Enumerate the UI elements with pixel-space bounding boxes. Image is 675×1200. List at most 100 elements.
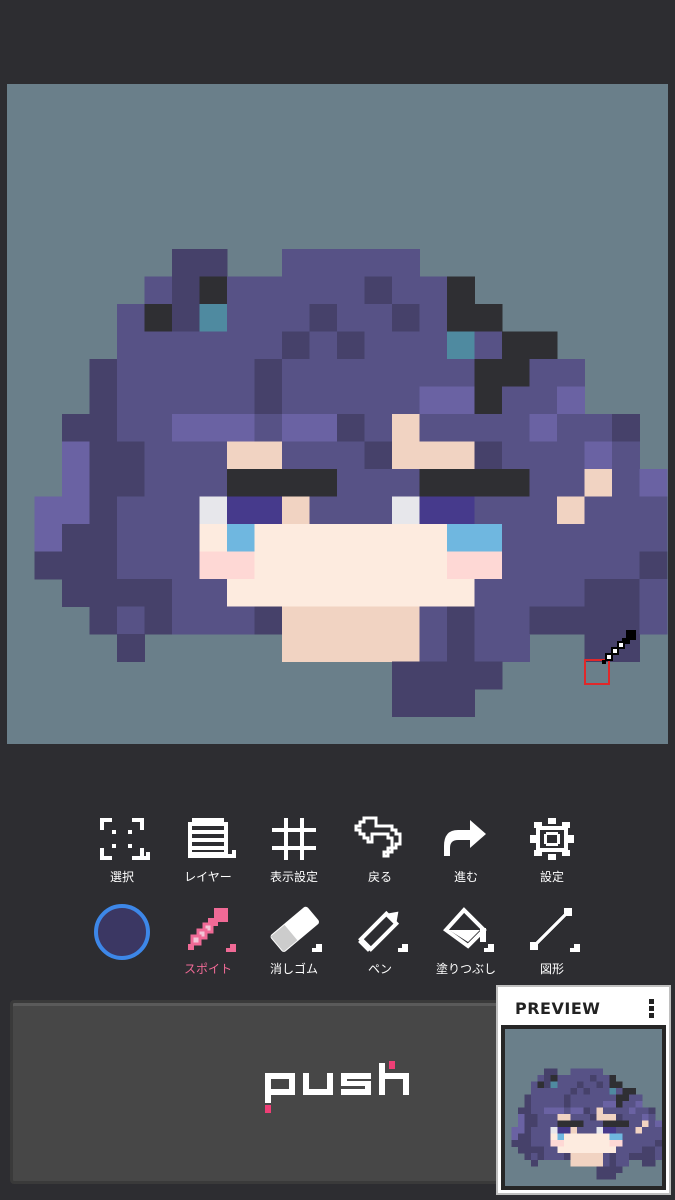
pixel — [576, 1107, 584, 1115]
pixel — [629, 1114, 636, 1121]
pixel — [502, 386, 530, 415]
pixel — [227, 414, 255, 442]
pixel — [609, 1127, 617, 1134]
pixel — [602, 1120, 610, 1128]
pixel — [602, 1133, 610, 1141]
pixel — [117, 304, 145, 332]
pixel — [227, 496, 255, 525]
pixel — [419, 524, 448, 552]
pixel — [557, 1094, 564, 1102]
tool-fill[interactable]: 塗りつぶし — [423, 906, 509, 977]
pixel — [337, 551, 365, 580]
pixel — [199, 551, 228, 580]
pixel — [309, 469, 338, 497]
pixel — [502, 579, 530, 607]
preview-panel[interactable]: PREVIEW — [496, 985, 671, 1195]
pixel — [589, 1081, 597, 1089]
pixel — [447, 441, 475, 470]
tool-select[interactable]: 選択 — [79, 816, 165, 885]
tool-display[interactable]: 表示設定 — [251, 816, 337, 885]
push-button-pad[interactable]: push — [10, 1000, 550, 1184]
pixel — [609, 1146, 617, 1154]
pixel — [570, 1107, 577, 1115]
pixel — [635, 1153, 643, 1160]
pixel — [642, 1140, 649, 1147]
tool-undo[interactable]: 戻る — [337, 816, 423, 885]
pixel — [474, 469, 503, 497]
pixel — [648, 1140, 656, 1147]
pixel — [570, 1120, 577, 1128]
pixel — [584, 551, 613, 580]
pixel — [602, 1100, 610, 1108]
pixel — [529, 359, 558, 387]
pixel — [309, 441, 338, 470]
pixel — [392, 661, 420, 690]
pixel — [511, 1133, 519, 1141]
pixel — [392, 249, 420, 277]
pixel — [89, 496, 118, 525]
tool-layer[interactable]: レイヤー — [165, 816, 251, 885]
pixel — [199, 386, 228, 415]
pixel — [609, 1087, 617, 1095]
pixel — [537, 1081, 545, 1089]
tool-settings[interactable]: 設定 — [509, 816, 595, 885]
pixel — [642, 1159, 649, 1167]
pixel — [309, 414, 338, 442]
pixel — [529, 441, 558, 470]
pixel — [529, 496, 558, 525]
pixel — [629, 1127, 636, 1134]
pixel-art-character — [34, 249, 668, 717]
pixel — [447, 331, 475, 360]
pixel — [419, 496, 448, 525]
tool-eyedropper[interactable]: スポイト — [165, 906, 251, 977]
pixel — [282, 359, 310, 387]
tool-redo[interactable]: 進む — [423, 816, 509, 885]
pixel — [537, 1100, 545, 1108]
pixel — [254, 276, 283, 305]
pixel — [557, 1140, 564, 1147]
eraser-icon — [270, 906, 322, 952]
pixel — [557, 386, 585, 415]
pixel — [544, 1081, 551, 1089]
more-vertical-icon[interactable] — [649, 999, 655, 1019]
pixel — [648, 1127, 656, 1134]
pixel — [144, 386, 173, 415]
pixel — [524, 1153, 532, 1160]
pixel — [172, 524, 200, 552]
tool-shape[interactable]: 図形 — [509, 906, 595, 977]
pixel — [602, 1094, 610, 1102]
tool-pen[interactable]: ペン — [337, 906, 423, 977]
pixel — [474, 359, 503, 387]
pixel — [612, 469, 640, 497]
pixel — [544, 1087, 551, 1095]
pixel — [635, 1114, 643, 1121]
pixel — [447, 606, 475, 635]
pixel — [544, 1127, 551, 1134]
pixel — [62, 496, 90, 525]
pixel — [576, 1068, 584, 1075]
pixel — [447, 469, 475, 497]
pixel — [583, 1127, 591, 1134]
pixel — [502, 551, 530, 580]
pixel — [576, 1146, 584, 1154]
pixel — [639, 496, 668, 525]
pixel — [576, 1120, 584, 1128]
pixel — [117, 606, 145, 635]
pixel — [392, 441, 420, 470]
pixel — [89, 579, 118, 607]
pixel — [622, 1120, 630, 1128]
tool-display-label: 表示設定 — [269, 870, 318, 884]
current-color-swatch[interactable] — [94, 904, 150, 960]
pixel — [557, 1087, 564, 1095]
pixel — [550, 1140, 558, 1147]
pixel — [570, 1087, 577, 1095]
pixel — [557, 1146, 564, 1154]
pixel — [309, 359, 338, 387]
drawing-canvas[interactable] — [7, 84, 668, 744]
pixel — [550, 1114, 558, 1121]
pixel — [144, 469, 173, 497]
pixel — [392, 276, 420, 305]
pixel — [254, 441, 283, 470]
tool-eraser[interactable]: 消しゴム — [251, 906, 337, 977]
pixel — [609, 1153, 617, 1160]
